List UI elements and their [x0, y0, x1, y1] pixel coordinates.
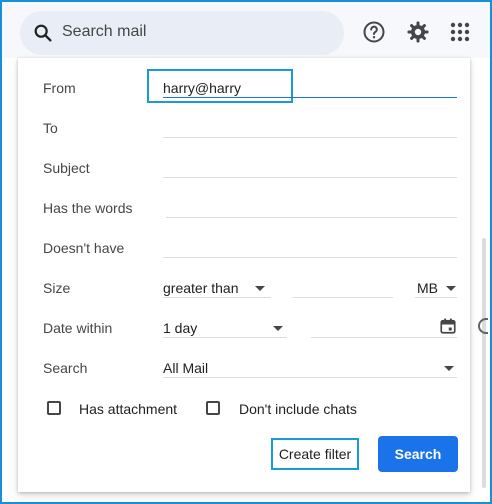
subject-label: Subject [43, 160, 90, 176]
search-bar[interactable]: Search mail [20, 11, 344, 55]
dont-include-chats-label: Don't include chats [239, 401, 357, 417]
doesnt-have-field[interactable] [163, 257, 457, 258]
search-button[interactable]: Search [378, 436, 458, 472]
date-within-dropdown-icon[interactable] [273, 326, 283, 331]
size-operator-select[interactable]: greater than [163, 280, 239, 296]
search-scope-dropdown-icon[interactable] [444, 366, 454, 371]
search-scope-select[interactable]: All Mail [163, 360, 208, 376]
doesnt-have-label: Doesn't have [43, 240, 125, 256]
calendar-icon[interactable] [439, 317, 457, 335]
has-words-label: Has the words [43, 200, 133, 216]
search-scope-underline [163, 377, 457, 378]
scrollbar[interactable] [482, 238, 486, 488]
date-field[interactable] [311, 337, 457, 338]
side-control-icon [478, 318, 488, 334]
create-filter-button[interactable]: Create filter [271, 438, 359, 470]
from-label: From [43, 80, 76, 96]
apps-grid-icon[interactable] [448, 20, 472, 44]
has-attachment-checkbox[interactable] [47, 401, 61, 415]
date-within-label: Date within [43, 320, 113, 336]
from-field[interactable]: harry@harry [163, 80, 241, 96]
size-operator-underline [163, 297, 271, 298]
help-icon[interactable] [362, 20, 386, 44]
size-operator-dropdown-icon[interactable] [255, 286, 265, 291]
subject-field[interactable] [163, 177, 457, 178]
has-attachment-label: Has attachment [79, 401, 178, 417]
to-field[interactable] [163, 137, 457, 138]
date-within-select[interactable]: 1 day [163, 320, 197, 336]
has-words-field[interactable] [166, 217, 457, 218]
search-scope-label: Search [43, 360, 88, 376]
from-underline [163, 97, 457, 98]
search-icon[interactable] [32, 22, 54, 44]
size-value-field[interactable] [293, 297, 393, 298]
size-unit-select[interactable]: MB [417, 280, 438, 296]
search-options-panel: From harry@harry To Subject Has the word… [18, 58, 470, 492]
date-within-underline [163, 337, 287, 338]
size-label: Size [43, 280, 71, 296]
to-label: To [43, 120, 58, 136]
size-unit-dropdown-icon[interactable] [446, 286, 456, 291]
header-bar: Search mail [2, 2, 490, 58]
dont-include-chats-checkbox[interactable] [206, 401, 220, 415]
search-input[interactable]: Search mail [62, 23, 146, 41]
gear-icon[interactable] [406, 20, 430, 44]
size-unit-underline [415, 297, 457, 298]
